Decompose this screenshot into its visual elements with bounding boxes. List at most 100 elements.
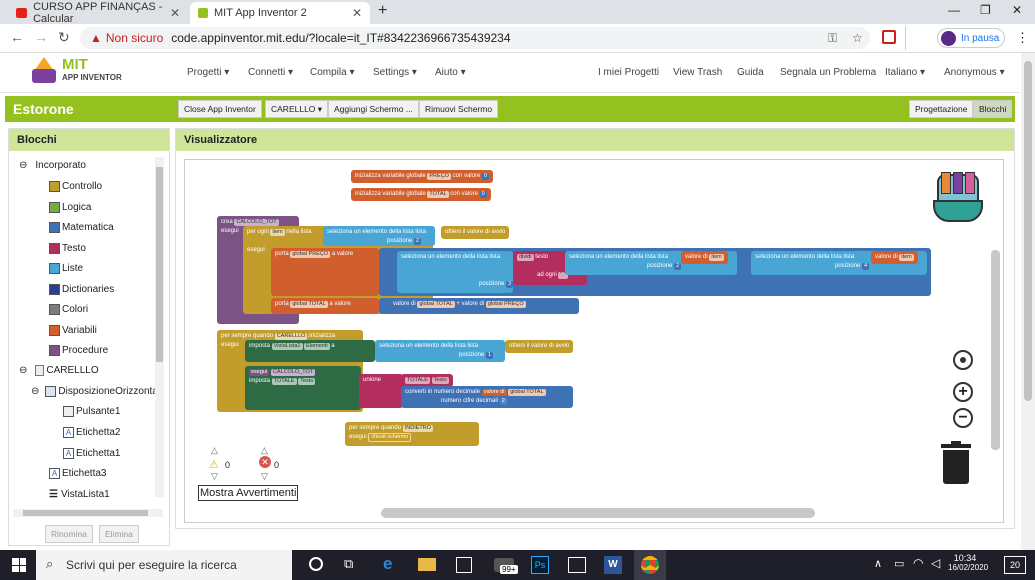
category-testo[interactable]: Testo: [49, 242, 86, 254]
select-list-block-2[interactable]: seleziona un elemento della lista lista p…: [397, 251, 514, 293]
when-back-clicked-block[interactable]: per sempre quando INDIETRO esegui chiudi …: [345, 422, 479, 446]
menu-settings[interactable]: Settings ▾: [373, 67, 417, 78]
category-procedure[interactable]: Procedure: [49, 345, 108, 356]
account-menu[interactable]: Anonymous ▾: [944, 67, 1005, 78]
menu-compila[interactable]: Compila ▾: [310, 67, 355, 78]
tree-scrollbar[interactable]: [155, 157, 164, 497]
tree-horizontal-arrangement[interactable]: ⊖ DisposizioneOrizzonta: [31, 386, 158, 397]
minimize-icon[interactable]: —: [948, 3, 960, 17]
url-field[interactable]: ▲ Non sicuro code.appinventor.mit.edu/?l…: [80, 27, 870, 49]
add-block[interactable]: valore di global TOTAL + valore di globa…: [379, 298, 579, 314]
blocks-workspace[interactable]: inizializza variabile globale PREÇO con …: [184, 159, 1004, 523]
task-view-icon[interactable]: ⧉: [344, 556, 353, 572]
menu-icon[interactable]: ⋮: [1016, 30, 1029, 46]
clock[interactable]: 10:34 16/02/2020: [948, 553, 988, 572]
edge-icon[interactable]: e: [383, 554, 392, 574]
file-explorer-icon[interactable]: [418, 558, 436, 571]
select-list-block[interactable]: seleziona un elemento della lista lista p…: [323, 226, 435, 246]
category-liste[interactable]: Liste: [49, 263, 83, 274]
tab-appinventor[interactable]: MIT App Inventor 2 ✕: [190, 2, 370, 24]
global-total-block[interactable]: inizializza variabile globale TOTAL con …: [351, 188, 491, 201]
start-value-block-2[interactable]: ottieni il valore di avvio: [505, 340, 574, 353]
menu-aiuto[interactable]: Aiuto ▾: [435, 67, 466, 78]
recenter-icon[interactable]: [953, 350, 973, 370]
photos-icon[interactable]: [568, 557, 586, 573]
category-colori[interactable]: Colori: [49, 304, 88, 315]
blocks-button[interactable]: Blocchi: [973, 100, 1013, 118]
forward-icon[interactable]: →: [34, 29, 48, 45]
category-variabili[interactable]: Variabili: [49, 324, 97, 336]
call-procedure-block[interactable]: esegui CALCOLO_TOT imposta TOTALE Testo: [245, 366, 361, 410]
global-preco-block[interactable]: inizializza variabile globale PREÇO con …: [351, 170, 494, 183]
tree-label2[interactable]: A Etichetta2: [63, 427, 120, 438]
trash-icon[interactable]: [941, 441, 971, 484]
format-decimal-block[interactable]: converti in numero decimale valore di gl…: [401, 386, 573, 408]
warning-up-icon[interactable]: △: [211, 445, 218, 456]
chrome-taskbar-button[interactable]: [634, 550, 666, 580]
show-warnings-button[interactable]: Mostra Avvertimenti: [198, 485, 299, 501]
link-guide[interactable]: Guida: [737, 67, 764, 78]
close-icon[interactable]: ✕: [352, 6, 362, 20]
new-tab-icon[interactable]: +: [378, 2, 387, 20]
reload-icon[interactable]: ↻: [58, 29, 70, 46]
set-preco-block[interactable]: porta global PREÇO a valore: [271, 248, 379, 296]
windows-start-icon[interactable]: [12, 558, 26, 572]
maximize-icon[interactable]: ❐: [980, 3, 991, 17]
delete-button[interactable]: Elimina: [99, 525, 139, 543]
category-dictionaries[interactable]: Dictionaries: [49, 283, 114, 295]
word-icon[interactable]: W: [604, 556, 622, 574]
warning-down-icon[interactable]: ▽: [211, 471, 218, 482]
rename-button[interactable]: Rinomina: [45, 525, 93, 543]
notifications-icon[interactable]: 20: [1004, 556, 1026, 574]
profile-button[interactable]: In pausa: [937, 28, 1005, 48]
tab-curso[interactable]: CURSO APP FINANÇAS - Calcular ✕: [8, 1, 188, 25]
get-item-block-2[interactable]: valore di item: [871, 251, 918, 264]
taskbar-search[interactable]: ⌕ Scrivi qui per eseguire la ricerca: [36, 550, 292, 580]
join-block[interactable]: unione: [359, 374, 403, 408]
tree-label3[interactable]: A Etichetta3: [49, 468, 106, 479]
tree-label1[interactable]: A Etichetta1: [63, 448, 120, 459]
category-logica[interactable]: Logica: [49, 201, 91, 213]
close-icon[interactable]: ✕: [170, 6, 180, 20]
extension-icon[interactable]: [882, 30, 896, 44]
tree-button1[interactable]: Pulsante1: [63, 406, 120, 417]
menu-connetti[interactable]: Connetti ▾: [248, 67, 293, 78]
tree-hscrollbar[interactable]: [13, 509, 163, 517]
link-report-problem[interactable]: Segnala un Problema: [780, 67, 876, 78]
start-value-block[interactable]: ottieni il valore di avvio: [441, 226, 510, 239]
error-up-icon[interactable]: △: [261, 445, 268, 456]
workspace-vscroll[interactable]: [991, 250, 1000, 450]
language-menu[interactable]: Italiano ▾: [885, 67, 925, 78]
window-close-icon[interactable]: ✕: [1012, 3, 1022, 17]
screen-select[interactable]: CARELLLO ▾: [265, 100, 329, 118]
get-item-block[interactable]: valore di item: [681, 251, 728, 264]
set-listview-block[interactable]: imposta VistaLista1 Elementi a: [245, 340, 375, 362]
tree-screen[interactable]: ⊖ CARELLLO: [19, 365, 99, 376]
select-list-block-5[interactable]: seleziona un elemento della lista lista p…: [375, 340, 505, 362]
zoom-in-icon[interactable]: +: [953, 382, 973, 402]
star-icon[interactable]: ☆: [852, 31, 863, 45]
wifi-icon[interactable]: ◠: [913, 556, 923, 570]
back-icon[interactable]: ←: [10, 29, 24, 45]
page-scrollbar[interactable]: [1021, 53, 1035, 550]
zoom-out-icon[interactable]: −: [953, 408, 973, 428]
designer-button[interactable]: Progettazione: [909, 100, 974, 118]
close-appinventor-button[interactable]: Close App Inventor: [178, 100, 262, 118]
remove-screen-button[interactable]: Rimuovi Schermo: [419, 100, 499, 118]
set-total-block[interactable]: porta global TOTAL a valore: [271, 298, 379, 314]
category-matematica[interactable]: Matematica: [49, 222, 114, 233]
volume-icon[interactable]: ◁: [931, 556, 940, 570]
add-screen-button[interactable]: Aggiungi Schermo ...: [328, 100, 419, 118]
network-icon[interactable]: ▭: [894, 557, 904, 570]
menu-progetti[interactable]: Progetti ▾: [187, 67, 229, 78]
workspace-hscroll[interactable]: [381, 508, 815, 518]
tree-builtin[interactable]: ⊖ Incorporato: [19, 160, 86, 171]
tray-expand-icon[interactable]: ∧: [874, 557, 882, 570]
category-controllo[interactable]: Controllo: [49, 181, 102, 192]
link-view-trash[interactable]: View Trash: [673, 67, 722, 78]
cortana-icon[interactable]: [309, 557, 323, 571]
tree-listview1[interactable]: ☰ VistaLista1: [49, 489, 110, 500]
link-my-projects[interactable]: I miei Progetti: [598, 67, 659, 78]
store-icon[interactable]: [456, 557, 472, 573]
error-down-icon[interactable]: ▽: [261, 471, 268, 482]
